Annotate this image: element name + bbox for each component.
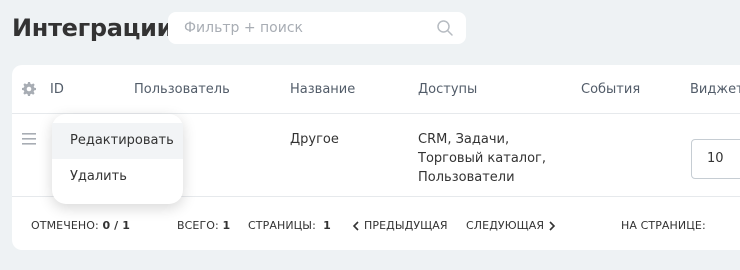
search-box[interactable]: [168, 12, 466, 44]
access-line: CRM, Задачи,: [418, 132, 510, 147]
column-header-name[interactable]: Название: [290, 82, 355, 97]
pages-value: 1: [323, 219, 331, 232]
cell-name: Другое: [290, 132, 339, 147]
search-icon[interactable]: [436, 19, 454, 37]
access-line: Пользователи: [418, 170, 515, 185]
total-value: 1: [222, 219, 231, 232]
search-input[interactable]: [184, 20, 436, 36]
next-page-button[interactable]: Следующая: [466, 219, 556, 232]
total-label: Всего:: [177, 219, 219, 232]
marked-counter: Отмечено: 0 / 1: [31, 219, 130, 232]
column-header-user[interactable]: Пользователь: [134, 82, 230, 97]
access-line: Торговый каталог,: [418, 151, 547, 166]
next-page-label: Следующая: [466, 219, 545, 232]
per-page-select[interactable]: 10: [691, 139, 740, 179]
chevron-left-icon: [352, 220, 359, 231]
menu-item-edit[interactable]: Редактировать: [52, 123, 183, 159]
gear-icon[interactable]: [22, 82, 36, 96]
marked-value: 0 / 1: [102, 219, 130, 232]
pages-label: Страницы:: [248, 219, 316, 232]
grid-footer: Отмечено: 0 / 1 Всего: 1 Страницы: 1 Пре…: [12, 197, 740, 250]
column-header-id[interactable]: ID: [50, 82, 64, 97]
prev-page-button[interactable]: Предыдущая: [352, 219, 448, 232]
per-page-label: На странице:: [621, 219, 706, 232]
chevron-right-icon: [549, 220, 556, 231]
row-menu-icon[interactable]: [22, 133, 36, 145]
pages-counter: Страницы: 1: [248, 219, 331, 232]
marked-label: Отмечено:: [31, 219, 99, 232]
total-counter: Всего: 1: [177, 219, 230, 232]
menu-item-delete[interactable]: Удалить: [52, 159, 183, 195]
prev-page-label: Предыдущая: [364, 219, 448, 232]
grid-header: ID Пользователь Название Доступы События…: [12, 65, 740, 114]
column-header-widgets[interactable]: Виджеты: [690, 82, 740, 97]
column-header-events[interactable]: События: [581, 82, 640, 97]
column-header-access[interactable]: Доступы: [418, 82, 477, 97]
row-context-menu: Редактировать Удалить: [52, 114, 183, 204]
cell-access: CRM, Задачи, Торговый каталог, Пользоват…: [418, 130, 546, 187]
page-title: Интеграции: [12, 14, 174, 42]
